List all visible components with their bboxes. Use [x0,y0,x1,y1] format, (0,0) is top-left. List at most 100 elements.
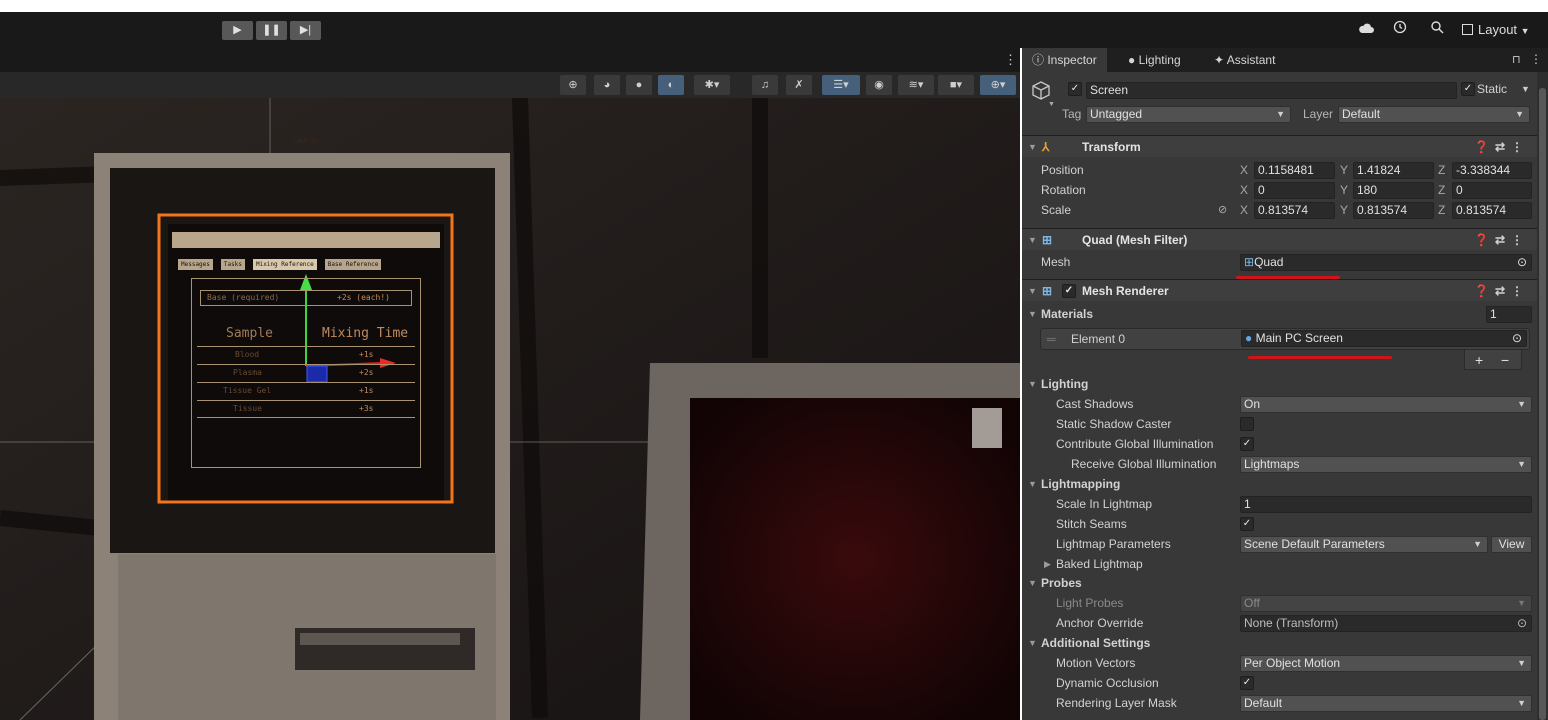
component-header-icons[interactable]: ❓⇄⋮ [1474,229,1529,251]
object-picker-icon[interactable]: ⊙ [1512,331,1522,346]
tab-inspector[interactable]: ⓘ Inspector [1022,48,1107,72]
step-button[interactable]: ▶| [290,21,321,40]
axis-x: X [1240,203,1249,217]
pause-button[interactable]: ❚❚ [256,21,287,40]
visibility-icon[interactable]: ◉ [866,75,892,95]
receive-gi-label: Receive Global Illumination [1071,457,1217,471]
gizmo-bug-icon[interactable]: ✱▾ [694,75,730,95]
gizmos-icon[interactable]: ⊕▾ [980,75,1016,95]
foldout-icon[interactable]: ▼ [1028,474,1037,494]
meshrenderer-header[interactable]: ▼ ⊞ ✓ Mesh Renderer ❓⇄⋮ [1022,279,1537,301]
mesh-object-field[interactable]: ⊞Quad ⊙ [1240,254,1532,271]
scene-more-menu[interactable]: ⋮ [1004,52,1017,68]
stitch-seams-checkbox[interactable]: ✓ [1240,517,1254,531]
position-x-field[interactable]: 0.1158481 [1254,162,1335,179]
view-button[interactable]: View [1491,536,1532,553]
layer-value: Default [1342,107,1381,121]
monitor-tab: Tasks [220,259,245,270]
audio-mute-icon[interactable]: ♫ [752,75,778,95]
tab-lighting[interactable]: ● Lighting [1118,48,1191,72]
static-shadow-checkbox[interactable] [1240,417,1254,431]
axis-x: X [1240,163,1249,177]
foldout-icon[interactable]: ▼ [1028,304,1037,324]
foldout-icon[interactable]: ▼ [1028,633,1037,653]
monitor-base-required: Base (required) [207,293,280,302]
object-picker-icon[interactable]: ⊙ [1517,616,1527,631]
receive-gi-dropdown[interactable]: Lightmaps ▼ [1240,456,1532,473]
transform-header[interactable]: ▼ ⅄ Transform ❓⇄⋮ [1022,135,1537,157]
foldout-closed-icon[interactable]: ▶ [1044,554,1051,574]
effects-icon[interactable]: ✗ [786,75,812,95]
monitor-col-sample: Sample [226,326,273,341]
dynamic-occlusion-checkbox[interactable]: ✓ [1240,676,1254,690]
component-header-icons[interactable]: ❓⇄⋮ [1474,280,1529,302]
rotation-y-field[interactable]: 180 [1353,182,1434,199]
foldout-icon[interactable]: ▼ [1028,374,1037,394]
anchor-override-field[interactable]: None (Transform) ⊙ [1240,615,1532,632]
active-checkbox[interactable]: ✓ [1068,82,1082,96]
search-icon[interactable] [1430,20,1444,40]
scale-x-field[interactable]: 0.813574 [1254,202,1335,219]
history-icon[interactable] [1393,20,1407,40]
motion-vectors-dropdown[interactable]: Per Object Motion ▼ [1240,655,1532,672]
gameobject-name-input[interactable]: Screen [1086,82,1457,99]
meshfilter-header[interactable]: ▼ ⊞ Quad (Mesh Filter) ❓⇄⋮ [1022,228,1537,250]
stitch-seams-label: Stitch Seams [1056,517,1127,531]
chevron-down-icon: ▼ [1517,658,1526,668]
material-object-field[interactable]: ● Main PC Screen ⊙ [1241,330,1527,347]
axis-z: Z [1438,163,1446,177]
grid-icon[interactable]: ⊕ [560,75,586,95]
chevron-down-icon: ▼ [1520,26,1530,36]
monitor-row-time: +2s [359,368,374,377]
scrollbar-thumb[interactable] [1539,88,1546,720]
camera-icon[interactable]: ■▾ [938,75,974,95]
materials-size-field[interactable]: 1 [1486,306,1532,323]
light-probes-label: Light Probes [1056,596,1124,610]
rendering-layer-mask-dropdown[interactable]: Default ▼ [1240,695,1532,712]
scale-y-field[interactable]: 0.813574 [1353,202,1434,219]
shading-solid-icon[interactable]: ● [626,75,652,95]
cloud-icon[interactable] [1358,20,1374,40]
tag-dropdown[interactable]: Untagged ▼ [1086,106,1291,123]
foldout-icon: ▼ [1028,235,1037,245]
add-element-button[interactable]: + [1475,350,1483,370]
contribute-gi-checkbox[interactable]: ✓ [1240,437,1254,451]
scale-in-lightmap-field[interactable]: 1 [1240,496,1532,513]
monitor-row-sample: Blood [235,350,260,359]
layers-icon[interactable]: ☰▾ [822,75,860,95]
additional-settings-section: Additional Settings [1041,636,1151,650]
position-y-field[interactable]: 1.41824 [1353,162,1434,179]
rotation-x-field[interactable]: 0 [1254,182,1335,199]
stack-icon[interactable]: ≋▾ [898,75,934,95]
receive-gi-value: Lightmaps [1244,457,1300,471]
materials-list: ═ Element 0 ● Main PC Screen ⊙ [1040,328,1530,350]
scene-viewport[interactable]: CHLR OS Messages Tasks Mixing Reference … [0,98,1020,720]
shading-toggle-icon[interactable]: ◐ [658,75,684,95]
foldout-icon: ▼ [1028,286,1037,296]
scale-z-field[interactable]: 0.813574 [1452,202,1532,219]
shading-wireframe-icon[interactable]: ◕ [594,75,620,95]
drag-handle-icon[interactable]: ═ [1047,329,1056,349]
rotation-z-field[interactable]: 0 [1452,182,1532,199]
remove-element-button[interactable]: − [1501,350,1509,370]
lock-icon[interactable]: ⊓ [1512,53,1521,66]
static-checkbox[interactable]: ✓ [1461,82,1475,96]
scene-tab-bar: ⋮ [0,48,1020,72]
monitor-row-time: +1s [359,350,374,359]
static-dropdown-icon[interactable]: ▼ [1521,84,1530,94]
play-button[interactable]: ▶ [222,21,253,40]
position-z-field[interactable]: -3.338344 [1452,162,1532,179]
component-header-icons[interactable]: ❓⇄⋮ [1474,136,1529,158]
meshrenderer-enabled-checkbox[interactable]: ✓ [1062,284,1076,298]
layer-dropdown[interactable]: Default ▼ [1338,106,1530,123]
link-icon[interactable]: ⊘ [1218,200,1227,220]
info-icon: ⓘ [1032,53,1048,67]
lightmap-params-dropdown[interactable]: Scene Default Parameters ▼ [1240,536,1488,553]
foldout-icon[interactable]: ▼ [1028,573,1037,593]
layout-dropdown[interactable]: Layout ▼ [1462,20,1530,40]
object-picker-icon[interactable]: ⊙ [1517,255,1527,270]
axis-z: Z [1438,183,1446,197]
cast-shadows-dropdown[interactable]: On ▼ [1240,396,1532,413]
tab-assistant[interactable]: ✦ Assistant [1204,48,1285,72]
more-menu-icon[interactable]: ⋮ [1530,52,1542,66]
